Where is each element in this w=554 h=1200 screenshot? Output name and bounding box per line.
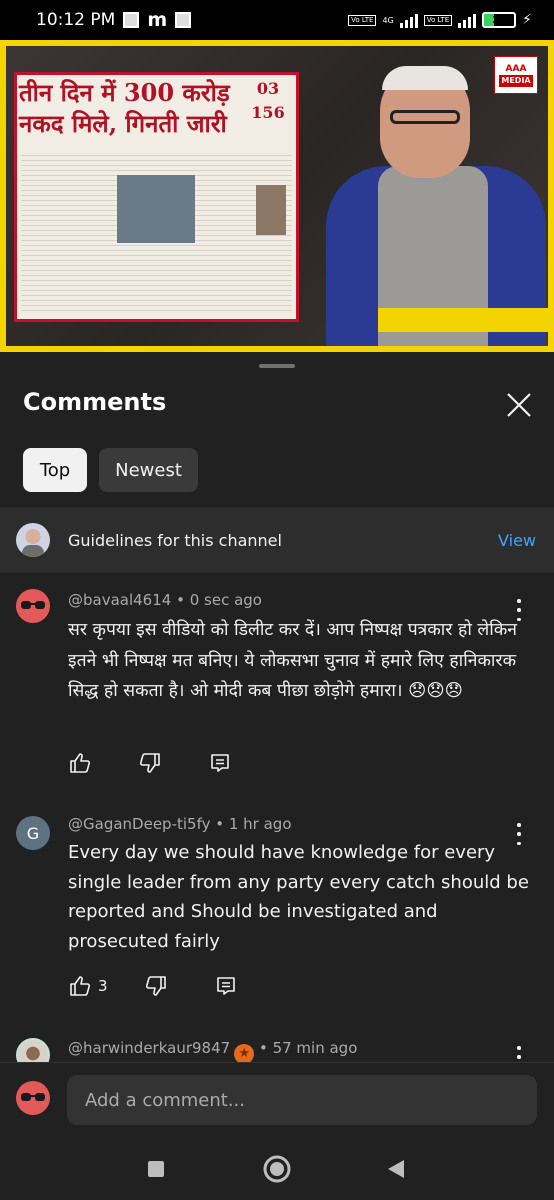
close-icon [507,393,531,417]
comment-author[interactable]: @GaganDeep-ti5fy [68,815,210,833]
newspaper-photo [117,175,195,243]
lower-third-bar [378,308,548,332]
filter-chip-newest[interactable]: Newest [99,448,198,492]
nav-home-icon [263,1155,291,1183]
notification-square-icon [175,12,192,28]
charging-icon: ⚡ [522,12,532,28]
network-type: 4G [382,16,394,25]
filter-chip-top[interactable]: Top [23,448,87,492]
newspaper-side-numbers: 03 156 [251,79,285,122]
video-player[interactable]: तीन दिन में 300 करोड़ नकद मिले, गिनती जा… [0,40,554,352]
drag-handle[interactable] [259,364,295,368]
battery-icon: 34 [482,12,517,28]
guidelines-view-link[interactable]: View [498,531,536,550]
system-nav-bar [0,1138,554,1200]
close-button[interactable] [502,388,536,422]
comment-author[interactable]: @harwinderkaur9847 [68,1039,230,1057]
reply-icon [211,754,229,772]
like-button[interactable] [68,751,92,775]
comment-composer: Add a comment... [0,1062,554,1138]
avatar[interactable] [16,589,50,623]
dislike-button[interactable] [144,974,168,998]
news-anchor [326,66,546,346]
member-badge-icon: ★ [234,1044,255,1064]
signal-icon-2 [458,12,477,28]
comment-text: सर कृपया इस वीडियो को डिलीट कर दें। आप न… [68,620,517,701]
nav-recents-icon [148,1161,164,1177]
reply-button[interactable] [214,974,238,998]
comment-time: 0 sec ago [189,591,262,609]
newspaper-clipping: तीन दिन में 300 करोड़ नकद मिले, गिनती जा… [14,72,299,322]
video-frame: तीन दिन में 300 करोड़ नकद मिले, गिनती जा… [6,46,548,346]
thumb-up-icon [70,976,91,996]
comment-author[interactable]: @bavaal4614 [68,591,171,609]
recents-button[interactable] [141,1154,171,1184]
avatar[interactable]: G [16,816,50,850]
status-time: 10:12 PM [36,10,116,30]
notification-app-icon: m [147,9,168,31]
sheet-title: Comments [23,388,167,416]
signal-icon [399,12,418,28]
channel-avatar [16,523,50,557]
like-count: 3 [98,977,108,995]
newspaper-headline: तीन दिन में 300 करोड़ नकद मिले, गिनती जा… [19,78,230,138]
back-button[interactable] [381,1154,411,1184]
volte-icon-2: Vo LTE [423,14,453,26]
home-button[interactable] [262,1154,292,1184]
channel-guidelines-banner[interactable]: Guidelines for this channel View [0,507,554,573]
thumb-up-icon [70,753,91,773]
volte-icon: Vo LTE [348,14,377,26]
add-comment-input[interactable]: Add a comment... [67,1075,537,1125]
reply-button[interactable] [208,751,232,775]
dislike-button[interactable] [138,751,162,775]
comment-time: 57 min ago [272,1039,358,1057]
comment-meta: @GaganDeep-ti5fy • 1 hr ago [68,815,292,833]
thumb-down-icon [145,976,166,996]
comment-text: Every day we should have knowledge for e… [68,842,529,952]
user-avatar [16,1081,50,1115]
channel-logo: AAA MEDIA [494,56,538,94]
status-bar: 10:12 PM m Vo LTE 4G Vo LTE 34 ⚡ [0,0,554,40]
guidelines-text: Guidelines for this channel [68,530,282,550]
comment-actions: 3 [68,974,238,998]
reply-icon [216,977,235,995]
comment-meta: @bavaal4614 • 0 sec ago [68,591,262,609]
comment-time: 1 hr ago [228,815,292,833]
thumb-down-icon [139,753,160,773]
nav-back-icon [388,1160,404,1178]
like-button[interactable]: 3 [68,974,108,998]
comment-meta: @harwinderkaur9847 ★ • 57 min ago [68,1039,357,1064]
notification-image-icon [123,12,140,28]
comment-actions [68,751,232,775]
newspaper-photo-small [256,185,286,235]
